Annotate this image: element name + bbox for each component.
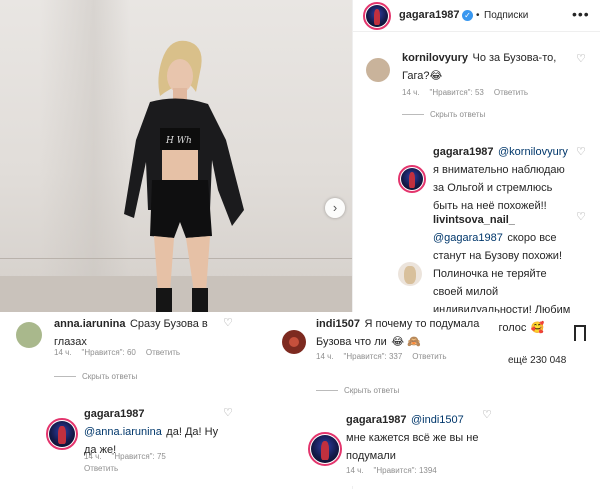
- author-username[interactable]: gagara1987: [399, 9, 460, 21]
- like-reply-icon[interactable]: ♡: [482, 408, 492, 421]
- save-bookmark-icon[interactable]: [574, 325, 586, 346]
- reply-button[interactable]: Ответить: [412, 352, 446, 361]
- like-reply-icon[interactable]: ♡: [576, 145, 586, 158]
- comment-body: indi1507 Я почему то подумала Бузова что…: [316, 314, 492, 350]
- reply-avatar[interactable]: [398, 165, 426, 193]
- reply-body: gagara1987 @indi1507 мне кажется всё же …: [346, 410, 480, 464]
- comment-time: 14 ч.: [54, 348, 72, 357]
- hide-replies-label: Скрыть ответы: [82, 372, 138, 381]
- author-avatar[interactable]: [363, 2, 391, 30]
- reply-emoji: 🥰: [530, 322, 545, 334]
- overlay-reply-card: gagara1987 @anna.iarunina да! Да! Ну да …: [8, 392, 242, 484]
- commenter-avatar[interactable]: [366, 58, 390, 82]
- comment-body: kornilovyury Чо за Бузова-то, Гага?😂: [402, 48, 572, 84]
- comment-time: 14 ч.: [316, 352, 334, 361]
- following-button[interactable]: Подписки: [484, 8, 528, 23]
- reply-username[interactable]: gagara1987: [433, 146, 494, 158]
- shirt-print: H Wh: [165, 136, 192, 146]
- reply-username[interactable]: gagara1987: [346, 414, 407, 426]
- comment-likes[interactable]: "Нравится": 53: [430, 88, 484, 97]
- reply-text: мне кажется всё же вы не подумали: [346, 432, 479, 462]
- likes-count[interactable]: ещё 230 048: [508, 353, 566, 368]
- reply-button[interactable]: Ответить: [84, 464, 118, 473]
- reply-button[interactable]: Ответить: [146, 348, 180, 357]
- comment-meta: 14 ч. "Нравится": 53 Ответить: [402, 88, 538, 97]
- comment-meta: 14 ч. "Нравится": 60 Ответить: [54, 348, 190, 357]
- like-reply-icon[interactable]: ♡: [576, 210, 586, 223]
- reply-likes[interactable]: "Нравится": 1394: [374, 466, 437, 475]
- reply-avatar[interactable]: [398, 262, 422, 286]
- comment-body: anna.iarunina Сразу Бузова в глазах: [54, 314, 222, 350]
- comment-likes[interactable]: "Нравится": 60: [82, 348, 136, 357]
- post-photo[interactable]: H Wh: [0, 0, 352, 312]
- reply-body: gagara1987 @kornilovyury я внимательно н…: [433, 142, 571, 214]
- follow-dot: •: [476, 10, 480, 21]
- like-reply-icon[interactable]: ♡: [223, 406, 233, 419]
- comment-username[interactable]: anna.iarunina: [54, 318, 126, 330]
- overlay-comment-card: indi1507 Я почему то подумала Бузова что…: [276, 312, 498, 395]
- overlay-comment-card: anna.iarunina Сразу Бузова в глазах ♡ 14…: [8, 312, 242, 388]
- reply-time: 14 ч.: [346, 466, 364, 475]
- comment-emoji: 😂 🙈: [391, 336, 421, 348]
- hide-replies-label: Скрыть ответы: [430, 110, 486, 119]
- comment-time: 14 ч.: [402, 88, 420, 97]
- like-comment-icon[interactable]: ♡: [576, 52, 586, 65]
- person-figure: H Wh: [124, 40, 244, 312]
- reply-likes[interactable]: "Нравится": 75: [112, 452, 166, 461]
- reply-meta: 14 ч. "Нравится": 1394: [346, 466, 447, 475]
- reply-mention[interactable]: @kornilovyury: [498, 146, 568, 158]
- verified-badge-icon: ✓: [462, 10, 473, 21]
- like-comment-icon[interactable]: ♡: [223, 316, 233, 329]
- comment-username[interactable]: indi1507: [316, 318, 360, 330]
- reply-button[interactable]: Ответить: [494, 88, 528, 97]
- reply-avatar[interactable]: [46, 418, 78, 450]
- comment-username[interactable]: kornilovyury: [402, 52, 468, 64]
- reply-text: я внимательно наблюдаю за Ольгой и стрем…: [433, 164, 565, 212]
- comment-emoji: 😂: [429, 70, 443, 82]
- reply-username[interactable]: livintsova_nail_: [433, 214, 515, 226]
- comment-likes[interactable]: "Нравится": 337: [344, 352, 403, 361]
- reply-time: 14 ч.: [84, 452, 102, 461]
- reply-username[interactable]: gagara1987: [84, 408, 145, 420]
- reply-mention[interactable]: @indi1507: [411, 414, 464, 426]
- commenter-avatar[interactable]: [16, 322, 42, 348]
- hide-replies-button[interactable]: Скрыть ответы: [316, 386, 399, 395]
- commenter-avatar[interactable]: [282, 330, 306, 354]
- reply-avatar[interactable]: [308, 432, 342, 466]
- reply-body: gagara1987 @anna.iarunina да! Да! Ну да …: [84, 404, 224, 458]
- hide-replies-button[interactable]: Скрыть ответы: [54, 372, 137, 381]
- reply-mention[interactable]: @gagara1987: [433, 232, 503, 244]
- overlay-reply-card: gagara1987 @indi1507 мне кажется всё же …: [276, 396, 498, 486]
- more-options-icon[interactable]: •••: [572, 6, 590, 22]
- next-photo-button[interactable]: ›: [325, 198, 345, 218]
- hide-replies-label: Скрыть ответы: [344, 386, 400, 395]
- comment-meta: 14 ч. "Нравится": 337 Ответить: [316, 352, 457, 361]
- reply-meta: 14 ч. "Нравится": 75: [84, 452, 176, 461]
- hide-replies-button[interactable]: Скрыть ответы: [402, 110, 485, 119]
- reply-mention[interactable]: @anna.iarunina: [84, 426, 162, 438]
- post-header: gagara1987 ✓ • Подписки •••: [352, 0, 600, 32]
